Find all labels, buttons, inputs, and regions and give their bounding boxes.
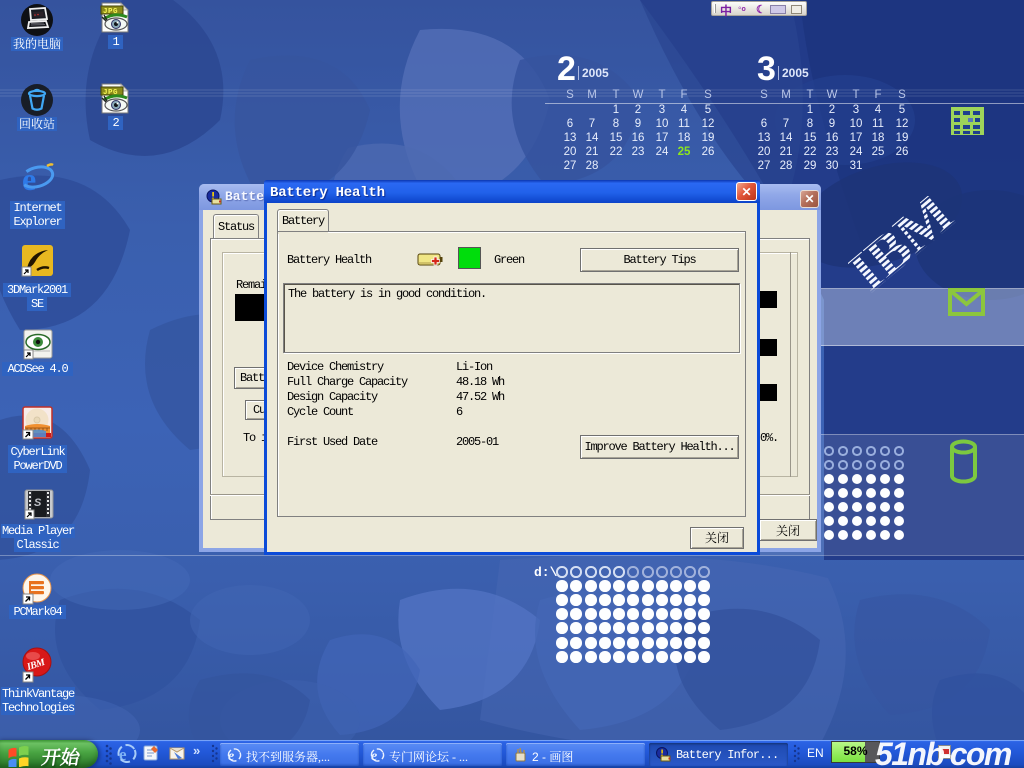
svg-text:S: S — [34, 497, 42, 509]
svg-text:»: » — [193, 743, 200, 758]
